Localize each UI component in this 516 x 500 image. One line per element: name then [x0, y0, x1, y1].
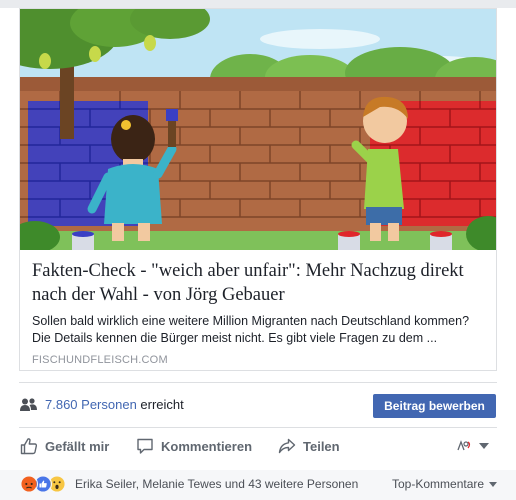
comment-button[interactable]: Kommentieren — [136, 428, 252, 464]
facebook-post: Fakten-Check - "weich aber unfair": Mehr… — [0, 0, 516, 500]
link-domain: FISCHUNDFLEISCH.COM — [32, 354, 168, 366]
share-icon — [278, 438, 296, 454]
reaction-icons[interactable] — [20, 475, 72, 493]
boost-post-button[interactable]: Beitrag bewerben — [373, 394, 496, 418]
top-comments-label: Top-Kommentare — [392, 477, 485, 491]
post-actions: Gefällt mir Kommentieren Teilen — [0, 428, 516, 464]
reach-summary: 7.860 Personen erreicht — [45, 396, 184, 413]
reach-count-link[interactable]: 7.860 Personen — [45, 397, 137, 412]
like-button[interactable]: Gefällt mir — [20, 428, 109, 464]
audience-avatar-icon — [457, 440, 471, 451]
link-preview-image[interactable] — [20, 9, 496, 250]
share-label: Teilen — [303, 438, 340, 454]
like-label: Gefällt mir — [45, 438, 110, 454]
reach-row: 7.860 Personen erreicht Beitrag bewerben — [0, 383, 516, 427]
chevron-down-icon — [489, 481, 498, 487]
comment-label: Kommentieren — [161, 438, 253, 454]
comment-icon — [137, 438, 153, 454]
link-preview-card[interactable]: Fakten-Check - "weich aber unfair": Mehr… — [19, 8, 497, 371]
link-title[interactable]: Fakten-Check - "weich aber unfair": Mehr… — [32, 259, 488, 307]
angry-reaction-icon — [20, 475, 38, 493]
share-button[interactable]: Teilen — [278, 428, 340, 464]
audience-selector[interactable] — [455, 438, 489, 454]
link-description: Sollen bald wirklich eine weitere Millio… — [32, 314, 470, 345]
reach-suffix: erreicht — [140, 397, 184, 412]
link-preview-text[interactable]: Fakten-Check - "weich aber unfair": Mehr… — [32, 259, 488, 367]
top-comments-filter[interactable]: Top-Kommentare — [392, 476, 498, 492]
reactions-names[interactable]: Erika Seiler, Melanie Tewes und 43 weite… — [75, 476, 358, 492]
chevron-down-icon — [479, 443, 489, 449]
feed-background-strip — [0, 0, 516, 8]
people-icon — [20, 398, 37, 411]
thumbs-up-icon — [20, 438, 38, 455]
reactions-row: Erika Seiler, Melanie Tewes und 43 weite… — [0, 470, 516, 500]
